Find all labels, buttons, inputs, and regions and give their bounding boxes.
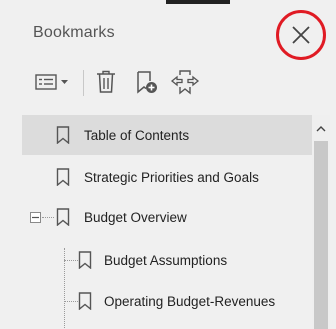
delete-bookmark-button[interactable] [91,66,121,98]
bookmark-label: Budget Overview [84,209,187,225]
expand-current-bookmark-button[interactable] [169,66,201,98]
bookmarks-panel: Bookmarks Table of Contents Strategic Pr… [0,0,336,329]
close-button[interactable] [276,10,326,60]
bookmark-item[interactable]: Budget Assumptions [22,240,312,280]
options-button[interactable] [33,66,73,98]
bookmark-icon [56,168,70,186]
options-dropdown-icon [35,74,68,90]
scroll-up-button[interactable] [312,121,330,135]
bookmark-item[interactable]: Strategic Priorities and Goals [22,157,312,197]
bookmark-tree: Table of Contents Strategic Priorities a… [22,115,312,329]
panel-title: Bookmarks [33,24,115,41]
chevron-up-icon [316,125,326,131]
bookmark-label: Budget Assumptions [104,252,228,268]
bookmark-item[interactable]: Budget Overview [22,197,312,237]
bookmark-label: Strategic Priorities and Goals [84,169,259,185]
vertical-scrollbar[interactable] [312,115,330,329]
bookmark-label: Table of Contents [84,127,190,143]
close-icon [292,26,310,44]
new-bookmark-button[interactable] [131,66,161,98]
new-bookmark-icon [137,71,157,94]
bookmark-label: Operating Budget-Revenues [104,293,276,309]
scroll-thumb[interactable] [314,141,328,329]
bookmark-icon [78,251,92,269]
bookmark-icon [56,126,70,144]
bookmark-icon [56,208,70,226]
bookmark-item[interactable]: Table of Contents [22,115,312,155]
toolbar-separator [83,70,84,96]
bookmarks-toolbar [33,66,326,100]
tab-indicator [166,0,230,4]
bookmark-icon [78,292,92,310]
trash-icon [97,70,115,93]
expand-current-bookmark-icon [170,70,200,95]
bookmark-item[interactable]: Operating Budget-Revenues [22,281,312,321]
